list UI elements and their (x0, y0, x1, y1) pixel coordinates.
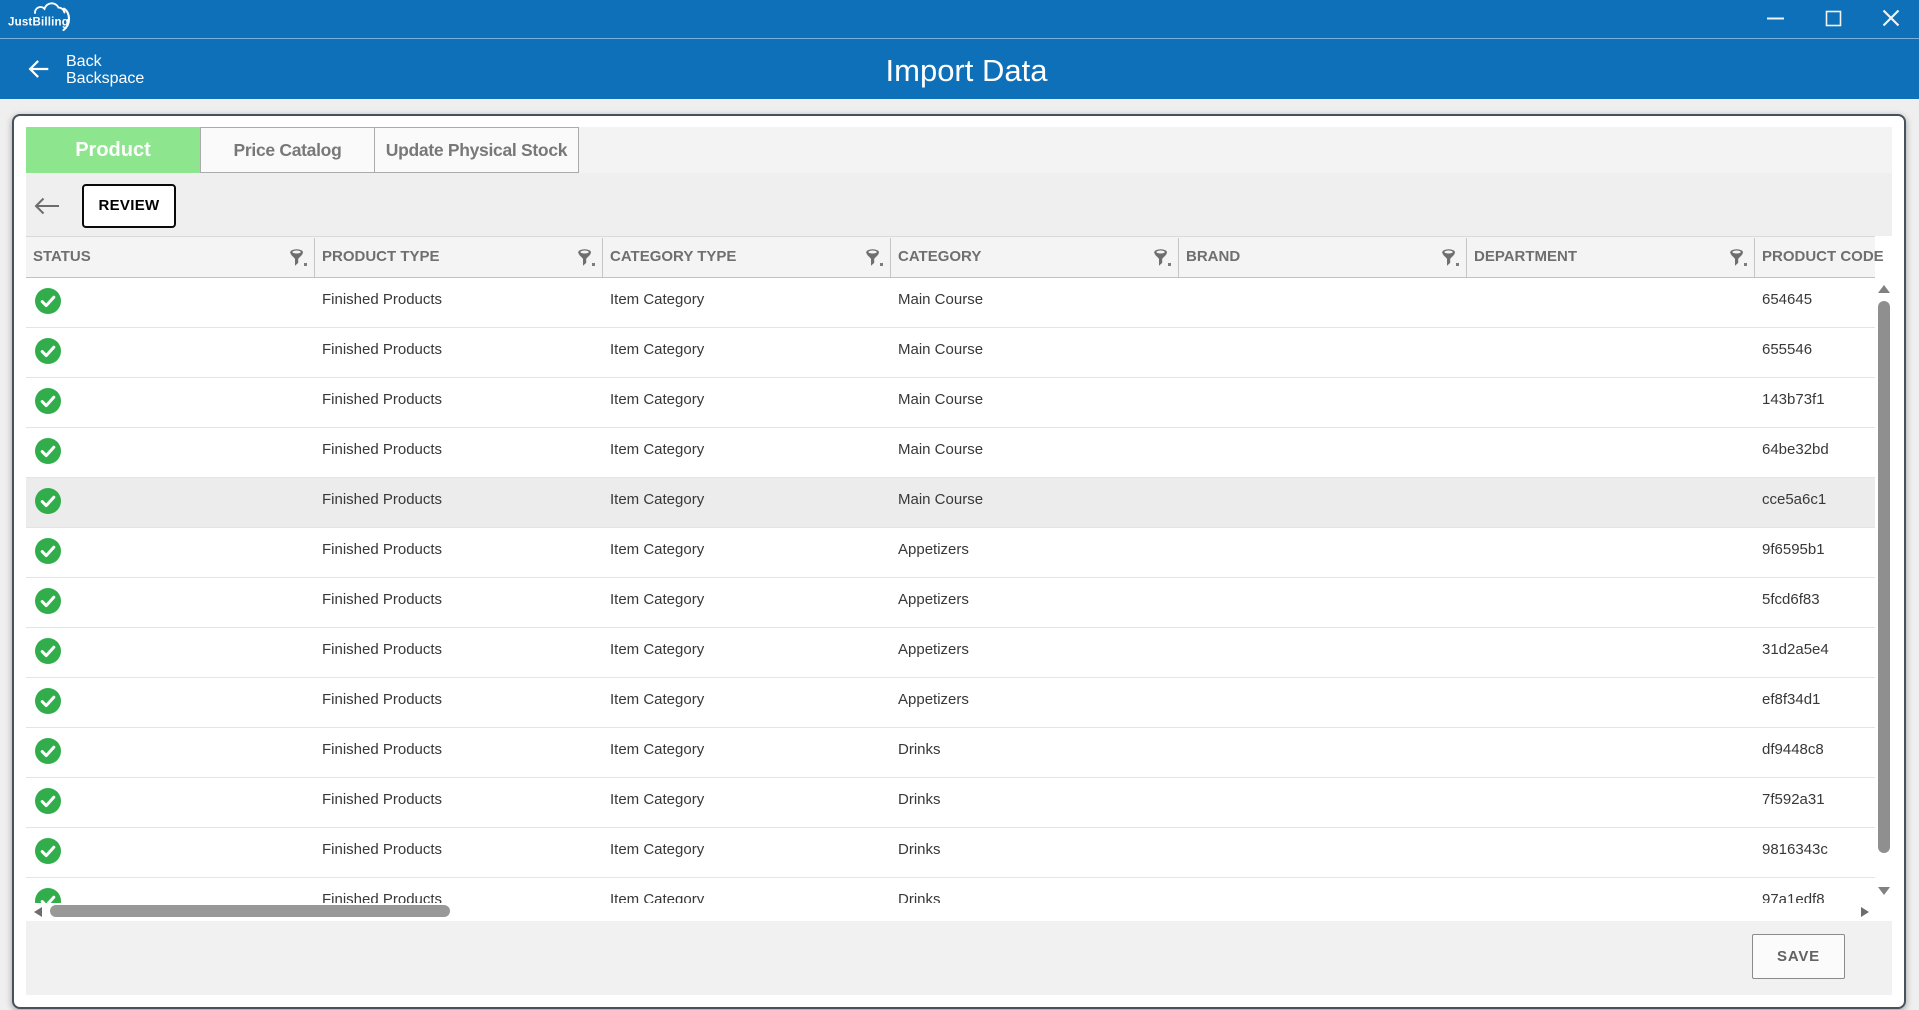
svg-text:JustBilling: JustBilling (8, 17, 69, 29)
